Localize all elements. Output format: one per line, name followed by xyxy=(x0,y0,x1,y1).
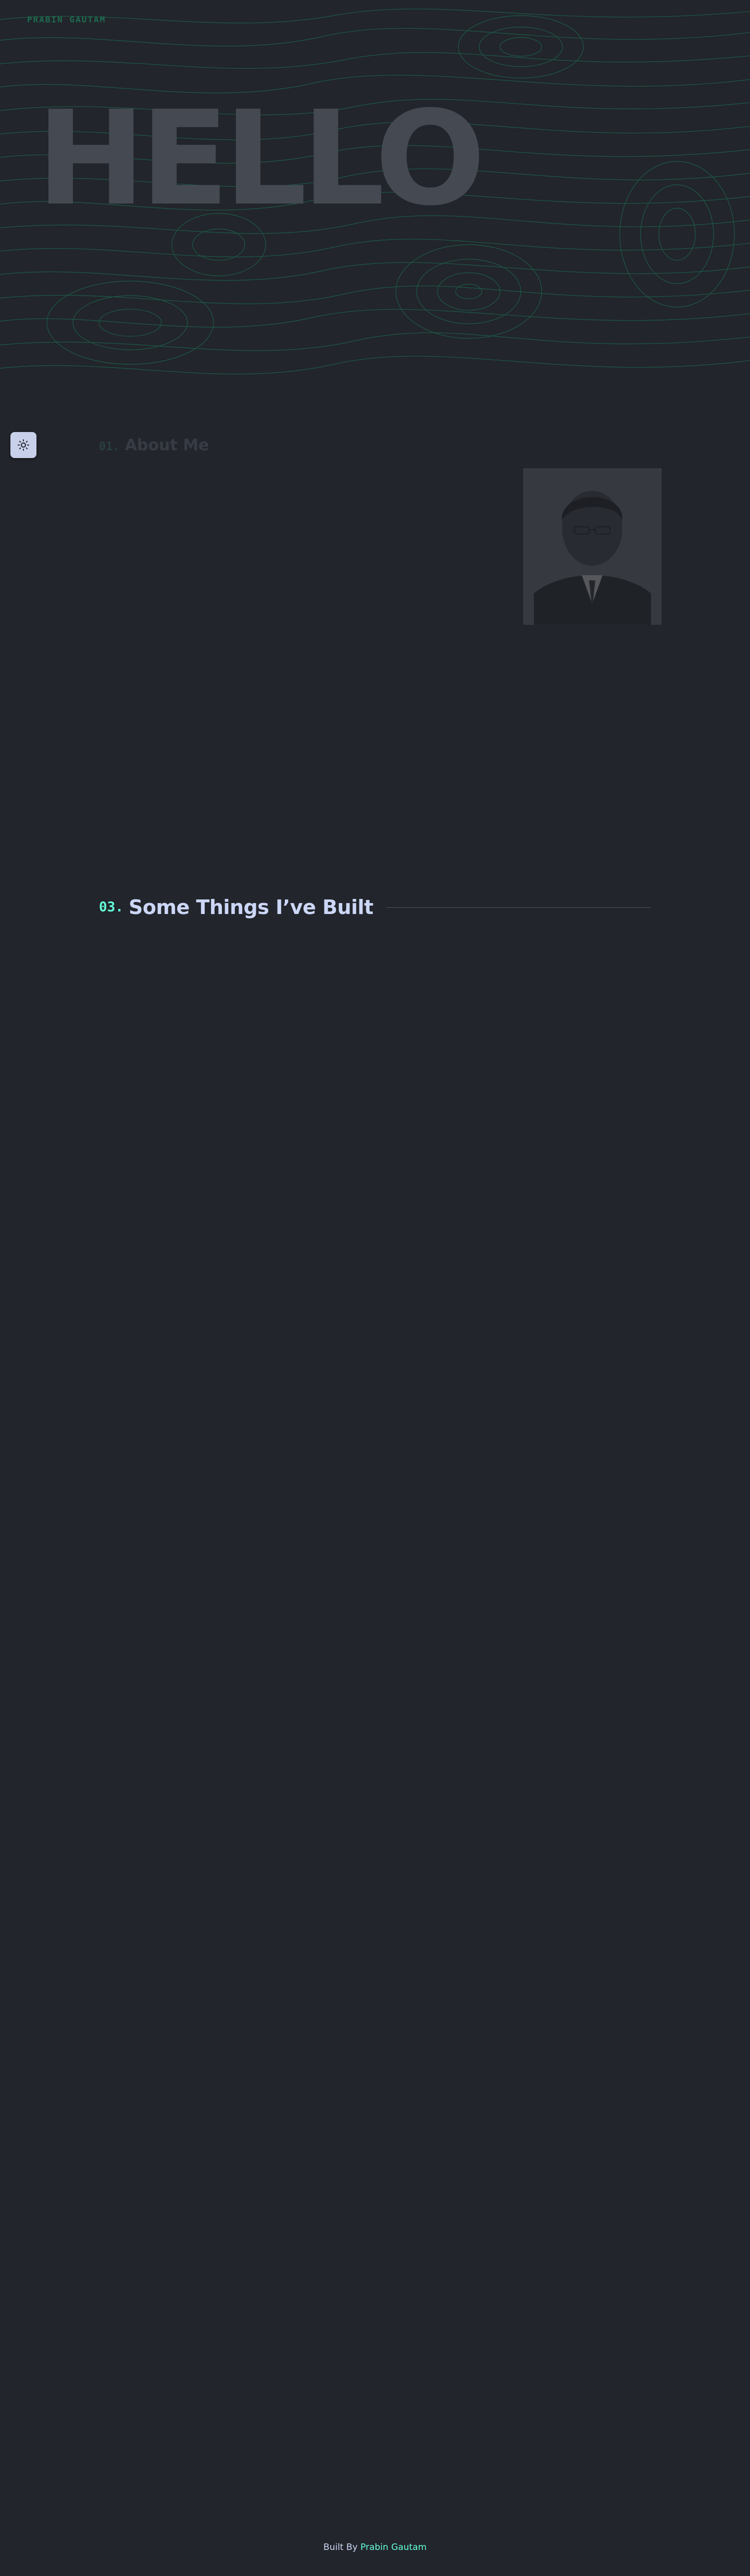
footer-author-link[interactable]: Prabin Gautam xyxy=(360,2542,427,2553)
footer: Built By Prabin Gautam xyxy=(0,2542,750,2553)
hero-section: PRABIN GAUTAM HELLO xyxy=(0,0,750,385)
projects-title: Some Things I’ve Built xyxy=(128,896,373,919)
heading-divider xyxy=(385,907,651,908)
about-heading: 01. About Me xyxy=(99,436,209,454)
about-number: 01. xyxy=(99,440,120,453)
about-title: About Me xyxy=(124,436,209,454)
footer-prefix: Built By xyxy=(323,2542,358,2553)
theme-toggle-button[interactable] xyxy=(10,432,36,458)
projects-number: 03. xyxy=(99,899,123,915)
hero-title: HELLO xyxy=(36,83,485,234)
projects-heading: 03. Some Things I’ve Built xyxy=(99,895,651,919)
profile-photo xyxy=(523,468,662,625)
sun-icon xyxy=(18,439,29,451)
brand-logo[interactable]: PRABIN GAUTAM xyxy=(27,15,106,24)
